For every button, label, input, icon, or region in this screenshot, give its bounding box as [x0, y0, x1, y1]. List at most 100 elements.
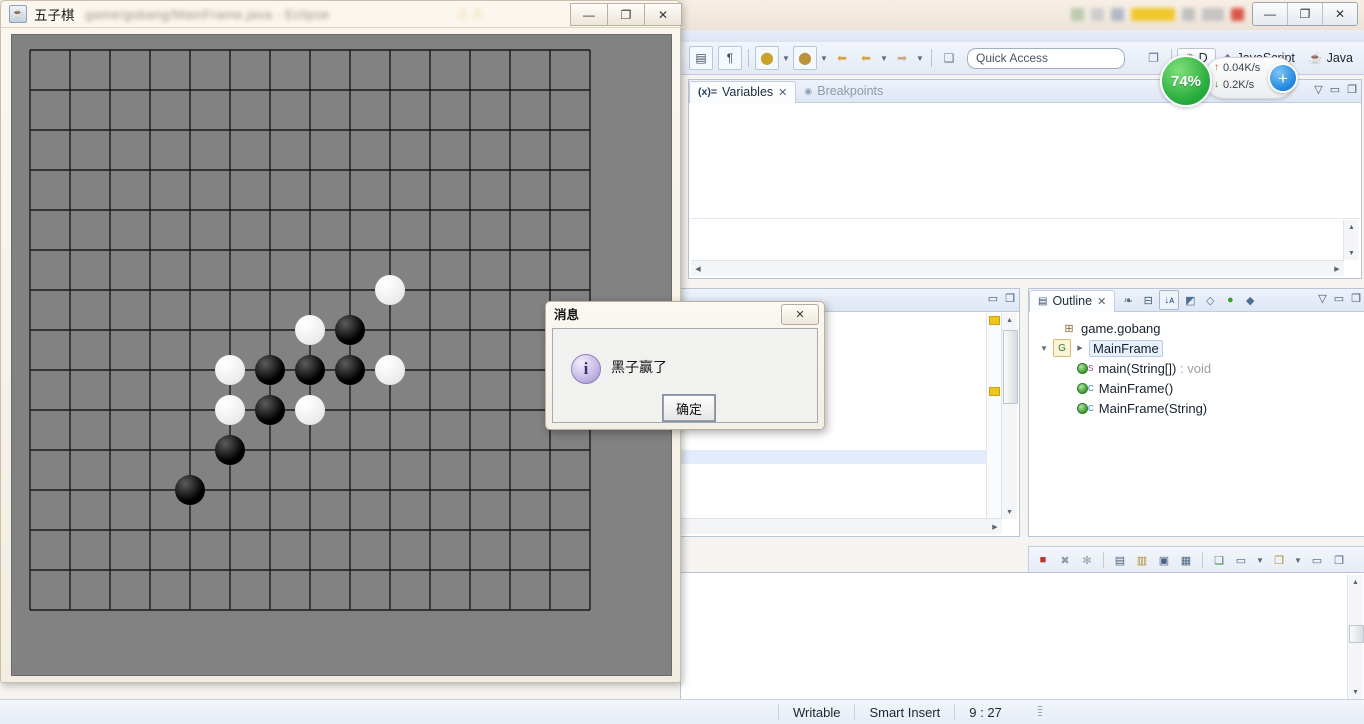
stone-white: [375, 275, 405, 305]
maximize-icon[interactable]: ❐: [1347, 83, 1357, 96]
maximize-icon[interactable]: ❐: [1005, 292, 1015, 305]
history-dropdown-icon[interactable]: ▼: [878, 54, 890, 63]
marker-warning-2-icon[interactable]: [989, 387, 1000, 396]
debug-icon[interactable]: ⬤: [793, 46, 817, 70]
console-vscrollbar[interactable]: ▲ ▼: [1347, 575, 1364, 699]
outline-item-method-main[interactable]: S main(String[]) : void: [1037, 358, 1364, 378]
outline-item-package[interactable]: ⊞ game.gobang: [1037, 318, 1364, 338]
next-annotation-icon[interactable]: ➡: [891, 47, 913, 69]
network-speed-widget[interactable]: ↑ 0.04K/s ↓ 0.2K/s 74% +: [1160, 55, 1298, 107]
remove-all-terminated-icon[interactable]: ✻: [1078, 551, 1096, 569]
minimize-icon[interactable]: ▭: [988, 292, 998, 305]
tab-variables[interactable]: (x)= Variables ✕: [689, 80, 797, 103]
tab-variables-label: Variables: [721, 85, 774, 99]
close-icon[interactable]: ✕: [1097, 295, 1106, 308]
editor-panel-controls[interactable]: ▭ ❐: [988, 292, 1015, 305]
new-console-dropdown-icon[interactable]: ▼: [1292, 556, 1304, 565]
dialog-close-button[interactable]: ✕: [781, 304, 819, 325]
clear-console-icon[interactable]: ▤: [1111, 551, 1129, 569]
variables-detail-vscrollbar[interactable]: ▲ ▼: [1343, 220, 1359, 260]
scroll-up-icon[interactable]: ▲: [1348, 575, 1363, 589]
minimize-icon[interactable]: ▭: [1330, 83, 1340, 96]
ide-window-buttons[interactable]: — ❐ ✕: [1252, 2, 1358, 26]
pin-console-icon[interactable]: ▦: [1177, 551, 1195, 569]
outline-item-class[interactable]: ▼ G ▶ MainFrame: [1037, 338, 1364, 358]
status-bar-grip[interactable]: [1037, 706, 1042, 718]
variables-table[interactable]: ▲ ▼ ◀ ▶: [690, 103, 1360, 277]
game-close-button[interactable]: ✕: [644, 3, 682, 26]
console-output-area[interactable]: ▲ ▼: [682, 574, 1364, 700]
scroll-up-icon[interactable]: ▲: [1002, 313, 1017, 327]
dialog-message: 黑子赢了: [611, 359, 667, 375]
editor-icon[interactable]: ▤: [689, 46, 713, 70]
annotation-dropdown-icon[interactable]: ▼: [914, 54, 926, 63]
minimize-icon[interactable]: ▭: [1334, 292, 1344, 305]
marker-warning-icon[interactable]: [989, 316, 1000, 325]
scroll-up-icon[interactable]: ▲: [1344, 220, 1359, 234]
scroll-left-icon[interactable]: ◀: [691, 261, 705, 276]
scroll-right-icon[interactable]: ▶: [988, 519, 1002, 534]
dialog-ok-button[interactable]: 确定: [662, 394, 716, 422]
game-window-title-bar[interactable]: ☕ 五子棋 game/gobang/MainFrame.java - Eclip…: [1, 1, 688, 28]
perspective-java[interactable]: ☕ Java: [1302, 49, 1360, 67]
add-widget-button[interactable]: +: [1268, 63, 1298, 93]
stone-white: [215, 395, 245, 425]
scroll-right-icon[interactable]: ▶: [1330, 261, 1344, 276]
sort-alphabetically-icon[interactable]: ↓ᴀ: [1159, 290, 1180, 310]
public-member-icon: [1077, 402, 1088, 414]
ide-maximize-button[interactable]: ❐: [1288, 3, 1323, 25]
view-menu-icon[interactable]: ▽: [1314, 83, 1322, 96]
game-window-buttons[interactable]: — ❐ ✕: [570, 3, 682, 26]
quick-access-input[interactable]: Quick Access: [967, 47, 1125, 69]
outline-tree[interactable]: ⊞ game.gobang ▼ G ▶ MainFrame S main(Str…: [1029, 312, 1364, 418]
maximize-icon[interactable]: ❐: [1351, 292, 1361, 305]
memory-percent-badge[interactable]: 74%: [1160, 55, 1212, 107]
ide-minimize-button[interactable]: —: [1253, 3, 1288, 25]
console-vscroll-thumb[interactable]: [1349, 625, 1364, 643]
ide-close-button[interactable]: ✕: [1323, 3, 1357, 25]
variables-detail-splitter[interactable]: [690, 218, 1360, 219]
pilcrow-icon[interactable]: ¶: [718, 46, 742, 70]
view-menu-icon[interactable]: ▽: [1318, 292, 1326, 305]
outline-item-constructor-2[interactable]: C MainFrame(String): [1037, 398, 1364, 418]
show-console-on-output-icon[interactable]: ▣: [1155, 551, 1173, 569]
tab-outline[interactable]: ▤ Outline ✕: [1029, 289, 1116, 312]
remove-launch-icon[interactable]: ✖: [1056, 551, 1074, 569]
maximize-icon[interactable]: ❐: [1330, 551, 1348, 569]
run-dropdown-icon[interactable]: ▼: [780, 54, 792, 63]
scroll-down-icon[interactable]: ▼: [1002, 505, 1017, 519]
hide-static-icon[interactable]: ◇: [1201, 291, 1219, 309]
scroll-lock-icon[interactable]: ▥: [1133, 551, 1151, 569]
display-selected-console-icon[interactable]: ❏: [1210, 551, 1228, 569]
debug-dropdown-icon[interactable]: ▼: [818, 54, 830, 63]
new-java-project-icon[interactable]: ❑: [938, 47, 960, 69]
terminate-icon[interactable]: ■: [1034, 551, 1052, 569]
back-icon[interactable]: ⬅: [831, 47, 853, 69]
variables-panel-controls[interactable]: ▽ ▭ ❐: [1314, 83, 1357, 96]
hide-non-public-icon[interactable]: ●: [1221, 291, 1239, 309]
outline-item-constructor-1[interactable]: C MainFrame(): [1037, 378, 1364, 398]
editor-vscrollbar[interactable]: ▲ ▼: [1001, 313, 1018, 519]
open-console-icon[interactable]: ▭: [1232, 551, 1250, 569]
new-console-view-icon[interactable]: ❐: [1270, 551, 1288, 569]
collapse-all-icon[interactable]: ⊟: [1139, 291, 1157, 309]
editor-overview-ruler[interactable]: [986, 313, 1001, 519]
open-console-dropdown-icon[interactable]: ▼: [1254, 556, 1266, 565]
run-icon[interactable]: ⬤: [755, 46, 779, 70]
minimize-icon[interactable]: ▭: [1308, 551, 1326, 569]
outline-panel: ▤ Outline ✕ ❧ ⊟ ↓ᴀ ◩ ◇ ● ◆ ▽ ▭ ❐ ⊞ game.…: [1028, 288, 1364, 537]
forward-icon[interactable]: ⬅: [855, 47, 877, 69]
tab-breakpoints[interactable]: ◉ Breakpoints: [796, 81, 891, 102]
variables-hscrollbar[interactable]: ◀ ▶: [691, 260, 1344, 276]
hide-fields-icon[interactable]: ◩: [1181, 291, 1199, 309]
close-icon[interactable]: ✕: [778, 86, 787, 99]
editor-vscroll-thumb[interactable]: [1003, 330, 1018, 404]
game-maximize-button[interactable]: ❐: [607, 3, 644, 26]
expand-twisty-icon[interactable]: ▼: [1039, 344, 1049, 353]
scroll-down-icon[interactable]: ▼: [1348, 685, 1363, 699]
outline-panel-controls[interactable]: ▽ ▭ ❐: [1318, 292, 1361, 305]
scroll-down-icon[interactable]: ▼: [1344, 246, 1359, 260]
focus-on-selection-icon[interactable]: ❧: [1119, 291, 1137, 309]
game-minimize-button[interactable]: —: [570, 3, 607, 26]
hide-local-types-icon[interactable]: ◆: [1241, 291, 1259, 309]
